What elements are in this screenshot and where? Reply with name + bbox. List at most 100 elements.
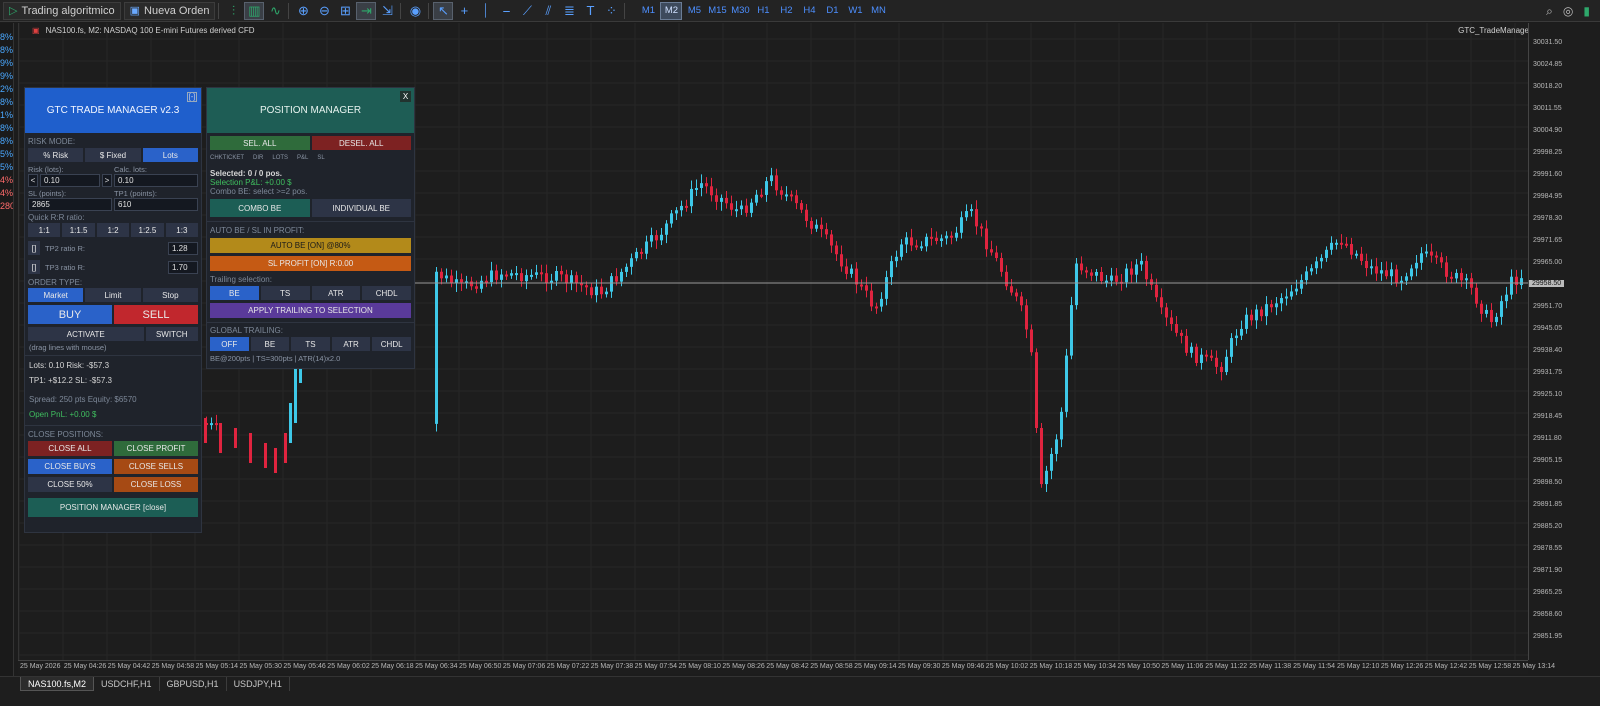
close-50-button[interactable]: CLOSE 50% (28, 477, 112, 492)
rr-1-3-button[interactable]: 1:3 (165, 223, 199, 237)
activate-button[interactable]: ACTIVATE (28, 327, 144, 341)
position-manager-toggle-button[interactable]: POSITION MANAGER [close] (28, 498, 198, 517)
auto-be-toggle[interactable]: AUTO BE [ON] @80% (210, 238, 411, 253)
timeframe-m30[interactable]: M30 (729, 2, 751, 20)
sell-button[interactable]: SELL (114, 305, 198, 324)
zoom-out-icon[interactable]: ⊖ (314, 2, 334, 20)
text-icon[interactable]: T (580, 2, 600, 20)
risk-percent-button[interactable]: % Risk (28, 148, 84, 162)
market-watch-item[interactable]: 9% (0, 70, 13, 83)
close-profit-button[interactable]: CLOSE PROFIT (114, 441, 198, 456)
sl-points-field[interactable]: 2865 (28, 198, 112, 211)
market-watch-item[interactable]: 8% (0, 135, 13, 148)
risk-fixed-button[interactable]: $ Fixed (85, 148, 141, 162)
screenshot-icon[interactable]: ◉ (405, 2, 425, 20)
calc-lots-field[interactable]: 0.10 (114, 174, 198, 187)
tp2-ratio-field[interactable]: 1.28 (168, 241, 198, 255)
risk-lots-button[interactable]: Lots (142, 148, 198, 162)
zoom-in-icon[interactable]: ⊕ (293, 2, 313, 20)
account-icon[interactable]: ◎ (1563, 4, 1573, 18)
global-ts-button[interactable]: TS (291, 337, 330, 351)
chart-tab[interactable]: NAS100.fs,M2 (20, 677, 95, 691)
shapes-icon[interactable]: ⁘ (601, 2, 621, 20)
timeframe-m1[interactable]: M1 (637, 2, 659, 20)
market-watch-item[interactable]: 2% (0, 83, 13, 96)
market-watch-item[interactable]: 8% (0, 44, 13, 57)
minimize-button[interactable]: [-] (187, 92, 197, 102)
close-buys-button[interactable]: CLOSE BUYS (28, 459, 112, 474)
search-icon[interactable]: ⌕ (1546, 4, 1553, 19)
close-loss-button[interactable]: CLOSE LOSS (114, 477, 198, 492)
trail-be-button[interactable]: BE (210, 286, 259, 300)
vertical-line-icon[interactable]: ⏐ (475, 2, 495, 20)
close-sells-button[interactable]: CLOSE SELLS (114, 459, 198, 474)
chart-tab[interactable]: GBPUSD,H1 (160, 677, 227, 691)
stop-order-button[interactable]: Stop (142, 288, 198, 302)
market-watch-item[interactable]: 4% (0, 174, 13, 187)
crosshair-icon[interactable]: + (454, 2, 474, 20)
market-watch-item[interactable]: 5% (0, 148, 13, 161)
market-watch-item[interactable]: 280 (0, 200, 13, 213)
tp3-checkbox[interactable]: [] (28, 260, 40, 274)
chart-menu-icon[interactable]: ▣ (32, 26, 40, 35)
close-panel-button[interactable]: X (400, 91, 411, 102)
timeframe-h4[interactable]: H4 (798, 2, 820, 20)
chart-tab[interactable]: USDJPY,H1 (227, 677, 290, 691)
market-watch-item[interactable]: 9% (0, 57, 13, 70)
global-be-button[interactable]: BE (250, 337, 290, 351)
price-axis[interactable]: 30031.50 30024.85 30018.20 30011.55 30004.90… (1528, 23, 1600, 660)
switch-button[interactable]: SWITCH (145, 327, 198, 341)
trail-ts-button[interactable]: TS (260, 286, 310, 300)
trail-atr-button[interactable]: ATR (311, 286, 361, 300)
close-all-button[interactable]: CLOSE ALL (28, 441, 112, 456)
line-chart-icon[interactable]: ∿ (265, 2, 285, 20)
trade-manager-header[interactable]: GTC TRADE MANAGER v2.3 [-] (25, 88, 201, 133)
buy-button[interactable]: BUY (28, 305, 112, 324)
timeframe-mn[interactable]: MN (867, 2, 889, 20)
individual-be-button[interactable]: INDIVIDUAL BE (311, 199, 411, 217)
grid-icon[interactable]: ⊞ (335, 2, 355, 20)
chart-shift-icon[interactable]: ⇲ (377, 2, 397, 20)
market-order-button[interactable]: Market (28, 288, 84, 302)
apply-trailing-button[interactable]: APPLY TRAILING TO SELECTION (210, 303, 411, 318)
candlestick-icon[interactable]: ▥ (244, 1, 265, 20)
market-watch-item[interactable]: 4% (0, 187, 13, 200)
select-all-button[interactable]: SEL. ALL (210, 136, 310, 150)
trail-chdl-button[interactable]: CHDL (362, 286, 411, 300)
increase-lots-button[interactable]: > (102, 174, 112, 187)
timeframe-m15[interactable]: M15 (706, 2, 728, 20)
time-axis[interactable]: 25 May 2026 25 May 04:26 25 May 04:42 25 Ma… (18, 660, 1555, 674)
position-manager-header[interactable]: POSITION MANAGER X (207, 88, 414, 133)
tp3-ratio-field[interactable]: 1.70 (168, 260, 198, 274)
global-off-button[interactable]: OFF (210, 337, 249, 351)
channel-icon[interactable]: ⫽ (538, 2, 558, 20)
rr-1-2.5-button[interactable]: 1:2.5 (131, 223, 164, 237)
new-order-button[interactable]: ▣ Nueva Orden (123, 1, 216, 20)
timeframe-h1[interactable]: H1 (752, 2, 774, 20)
timeframe-m2[interactable]: M2 (660, 1, 683, 20)
market-watch-item[interactable]: 8% (0, 31, 13, 44)
autoscroll-icon[interactable]: ⇥ (356, 1, 377, 20)
signal-icon[interactable]: ▮ (1583, 4, 1590, 18)
timeframe-d1[interactable]: D1 (821, 2, 843, 20)
market-watch-item[interactable]: 5% (0, 161, 13, 174)
fibonacci-icon[interactable]: ≣ (559, 2, 579, 20)
cursor-icon[interactable]: ↖ (433, 1, 454, 20)
rr-1-1-button[interactable]: 1:1 (28, 223, 61, 237)
deselect-all-button[interactable]: DESEL. ALL (311, 136, 411, 150)
market-watch-item[interactable]: 1% (0, 109, 13, 122)
algo-trading-button[interactable]: ▷ Trading algoritmico (3, 1, 121, 20)
tp1-points-field[interactable]: 610 (114, 198, 198, 211)
global-atr-button[interactable]: ATR (331, 337, 371, 351)
chart-tab[interactable]: USDCHF,H1 (94, 677, 160, 691)
horizontal-line-icon[interactable]: ⎯ (496, 2, 516, 20)
limit-order-button[interactable]: Limit (85, 288, 141, 302)
rr-1-1.5-button[interactable]: 1:1.5 (62, 223, 95, 237)
trend-line-icon[interactable]: ⟋ (517, 2, 537, 20)
timeframe-m5[interactable]: M5 (683, 2, 705, 20)
market-watch-item[interactable]: 8% (0, 96, 13, 109)
decrease-lots-button[interactable]: < (28, 174, 38, 187)
combo-be-button[interactable]: COMBO BE (210, 199, 310, 217)
tp2-checkbox[interactable]: [] (28, 241, 40, 255)
timeframe-h2[interactable]: H2 (775, 2, 797, 20)
